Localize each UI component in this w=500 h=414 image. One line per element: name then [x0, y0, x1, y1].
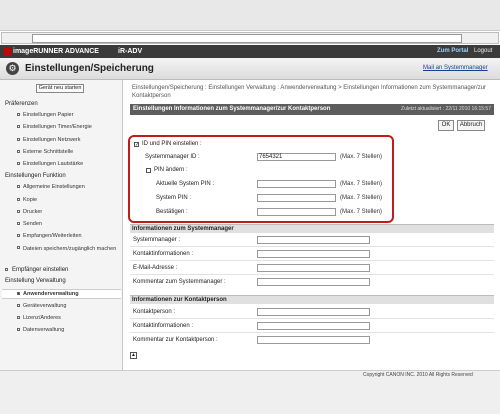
product-model: iR-ADV — [118, 48, 143, 55]
manager-name-label: Systemmanager : — [133, 237, 181, 243]
system-pin-hint: (Max. 7 Stellen) — [340, 195, 383, 201]
sidebar-item-receive[interactable]: Empfangen/Weiterleiten — [23, 233, 82, 239]
row-divider — [130, 246, 494, 247]
id-pin-label: ID und PIN einstellen : — [142, 141, 202, 147]
sidebar-item-send[interactable]: Senden — [23, 221, 42, 227]
manager-email-label: E-Mail-Adresse : — [133, 265, 178, 271]
bullet-icon — [17, 185, 20, 188]
bullet-icon — [17, 162, 20, 165]
contact-info-heading: Informationen zur Kontaktperson — [130, 295, 494, 304]
ok-button[interactable]: OK — [438, 120, 454, 131]
browser-toolbar — [0, 0, 500, 31]
contact-comment-input[interactable] — [257, 336, 370, 344]
product-name: imageRUNNER ADVANCE — [13, 48, 99, 55]
row-divider — [130, 260, 494, 261]
sidebar-item-data-management[interactable]: Datenverwaltung — [23, 327, 64, 333]
current-pin-label: Aktuelle System PIN : — [156, 181, 215, 187]
sidebar-item-device-management[interactable]: Geräteverwaltung — [23, 303, 66, 309]
contact-comment-label: Kommentar zur Kontaktperson : — [133, 337, 218, 343]
manager-name-input[interactable] — [257, 236, 370, 244]
manager-email-input[interactable] — [257, 264, 370, 272]
bullet-icon — [17, 198, 20, 201]
id-pin-checkbox[interactable]: ✓ — [134, 142, 139, 148]
section-header: Einstellungen Informationen zum Systemma… — [130, 104, 494, 115]
sidebar-item-volume[interactable]: Einstellungen Lautstärke — [23, 161, 83, 167]
sidebar-group-preferences[interactable]: Präferenzen — [5, 101, 38, 107]
sidebar-item-interface[interactable]: Externe Schnittstelle — [23, 149, 73, 155]
manager-id-hint: (Max. 7 Stellen) — [340, 154, 383, 160]
bullet-icon — [17, 210, 20, 213]
sidebar-item-user-management[interactable]: Anwenderverwaltung — [23, 291, 79, 297]
sidebar-item-common[interactable]: Allgemeine Einstellungen — [23, 184, 85, 190]
current-pin-hint: (Max. 7 Stellen) — [340, 181, 383, 187]
section-title: Einstellungen Informationen zum Systemma… — [133, 106, 331, 112]
sidebar: Gerät neu starten Präferenzen Einstellun… — [0, 80, 123, 370]
bullet-icon — [17, 222, 20, 225]
contact-person-input[interactable] — [257, 308, 370, 316]
manager-comment-label: Kommentar zum Systemmanager : — [133, 279, 226, 285]
bullet-icon — [17, 113, 20, 116]
canon-logo-icon — [4, 48, 11, 55]
restart-device-button[interactable]: Gerät neu starten — [36, 84, 84, 93]
bullet-icon — [17, 246, 20, 249]
bullet-icon — [17, 150, 20, 153]
bullet-icon — [17, 304, 20, 307]
address-bar — [1, 32, 499, 44]
manager-info-heading: Informationen zum Systemmanager — [130, 224, 494, 233]
row-divider — [130, 274, 494, 275]
sidebar-item-network[interactable]: Einstellungen Netzwerk — [23, 137, 80, 143]
sidebar-item-store-files[interactable]: Dateien speichern/zugänglich machen — [23, 245, 119, 253]
settings-icon: ⚙ — [6, 62, 19, 75]
manager-comment-input[interactable] — [257, 278, 370, 286]
confirm-pin-hint: (Max. 7 Stellen) — [340, 209, 383, 215]
mail-system-manager-link[interactable]: Mail an Systemmanager — [423, 65, 488, 71]
contact-person-label: Kontaktperson : — [133, 309, 176, 315]
row-divider — [130, 332, 494, 333]
sidebar-item-license[interactable]: Lizenz/Anderes — [23, 315, 61, 321]
address-input[interactable] — [32, 34, 462, 43]
pin-change-checkbox[interactable] — [146, 168, 151, 173]
confirm-pin-input[interactable] — [257, 208, 336, 216]
system-pin-input[interactable] — [257, 194, 336, 202]
manager-id-label: Systemmanager ID : — [145, 154, 200, 160]
system-pin-label: System PIN : — [156, 195, 192, 201]
manager-id-input[interactable]: 7654321 — [257, 153, 336, 161]
sidebar-group-function[interactable]: Einstellungen Funktion — [5, 173, 66, 179]
row-divider — [130, 318, 494, 319]
confirm-pin-label: Bestätigen : — [156, 209, 188, 215]
breadcrumb: Einstellungen/Speicherung : Einstellunge… — [132, 85, 487, 99]
brand-bar: imageRUNNER ADVANCE iR-ADV Zum Portal Lo… — [0, 45, 500, 58]
back-to-top-icon[interactable]: ▲ — [130, 352, 137, 359]
contact-info-label: Kontaktinformationen : — [133, 323, 194, 329]
bullet-icon — [17, 138, 20, 141]
sidebar-group-management[interactable]: Einstellung Verwaltung — [5, 278, 66, 284]
manager-contact-label: Kontaktinformationen : — [133, 251, 194, 257]
sidebar-item-timer[interactable]: Einstellungen Timer/Energie — [23, 124, 92, 130]
contact-info-input[interactable] — [257, 322, 370, 330]
sidebar-item-paper[interactable]: Einstellungen Papier — [23, 112, 73, 118]
logout-link[interactable]: Logout — [474, 48, 492, 54]
bullet-icon — [17, 328, 20, 331]
page-title: Einstellungen/Speicherung — [25, 63, 154, 74]
last-updated: Zuletzt aktualisiert : 22/11 2010 16:15:… — [401, 106, 491, 112]
current-pin-input[interactable] — [257, 180, 336, 188]
sidebar-item-printer[interactable]: Drucker — [23, 209, 42, 215]
bullet-icon — [5, 268, 8, 271]
bullet-icon — [17, 125, 20, 128]
manager-contact-input[interactable] — [257, 250, 370, 258]
copyright: Copyright CANON INC. 2010 All Rights Res… — [363, 372, 473, 378]
bullet-icon — [17, 234, 20, 237]
bullet-icon — [17, 316, 20, 319]
sidebar-group-destination[interactable]: Empfänger einstellen — [12, 267, 68, 273]
bullet-icon — [17, 292, 20, 295]
sidebar-item-copy[interactable]: Kopie — [23, 197, 37, 203]
page-header: ⚙ Einstellungen/Speicherung Mail an Syst… — [0, 58, 500, 80]
cancel-button[interactable]: Abbruch — [457, 120, 485, 131]
pin-change-label: PIN ändern : — [154, 167, 188, 173]
portal-link[interactable]: Zum Portal — [437, 48, 468, 54]
